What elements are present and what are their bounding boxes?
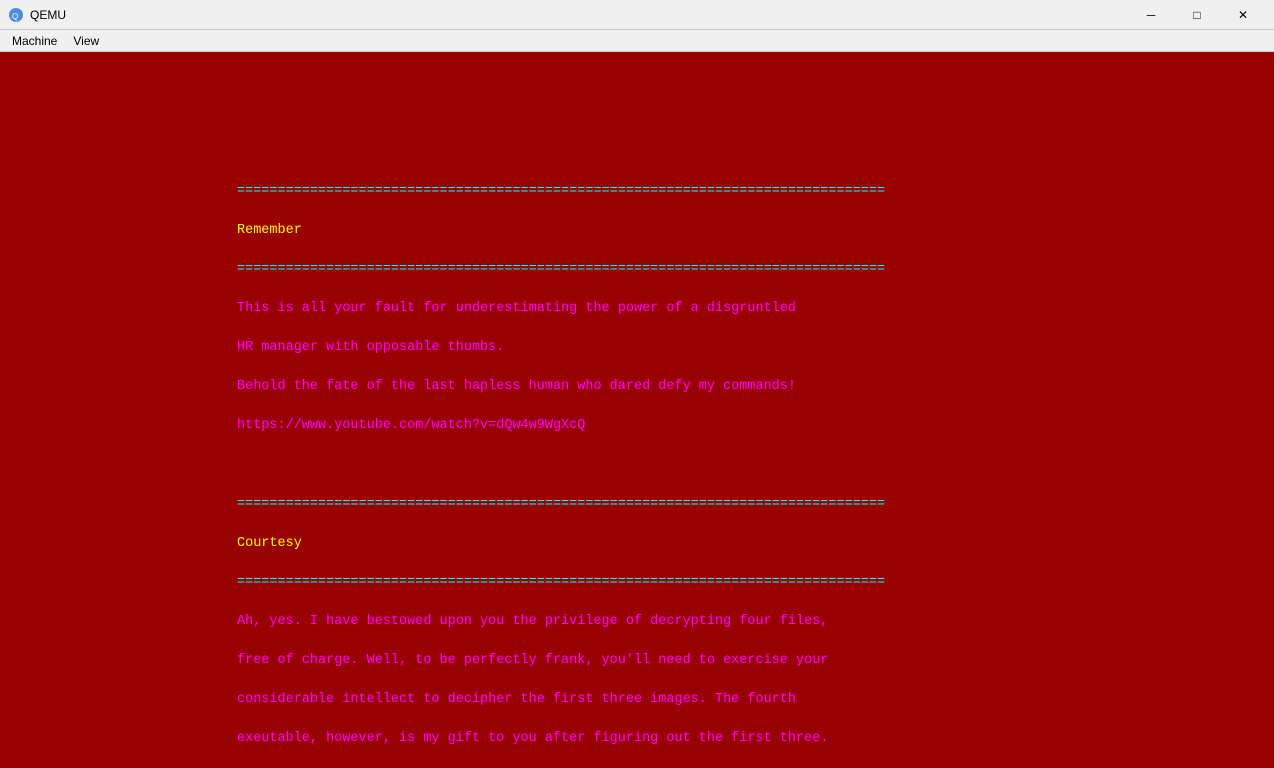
remember-line-2: HR manager with opposable thumbs. [237,340,504,355]
title-bar-left: Q QEMU [8,7,66,23]
remember-line-1: This is all your fault for underestimati… [237,301,796,316]
menu-machine[interactable]: Machine [4,32,65,50]
minimize-button[interactable]: ─ [1128,0,1174,30]
window-title: QEMU [30,8,66,22]
remember-line-3: Behold the fate of the last hapless huma… [237,379,796,394]
menu-view[interactable]: View [65,32,107,50]
close-button[interactable]: ✕ [1220,0,1266,30]
section-remember-title: Remember [237,223,302,238]
separator-2: ========================================… [237,262,885,277]
remember-url: https://www.youtube.com/watch?v=dQw4w9Wg… [237,418,585,433]
title-bar: Q QEMU ─ □ ✕ [0,0,1274,30]
qemu-screen[interactable]: ========================================… [0,52,1274,768]
courtesy-line-3: considerable intellect to decipher the f… [237,692,796,707]
separator-3: ========================================… [237,497,885,512]
courtesy-line-1: Ah, yes. I have bestowed upon you the pr… [237,614,828,629]
maximize-button[interactable]: □ [1174,0,1220,30]
courtesy-line-2: free of charge. Well, to be perfectly fr… [237,653,828,668]
svg-text:Q: Q [12,12,18,21]
menu-bar: Machine View [0,30,1274,52]
separator-4: ========================================… [237,575,885,590]
section-courtesy-title: Courtesy [237,536,302,551]
terminal-content: ========================================… [237,162,885,768]
qemu-icon: Q [8,7,24,23]
courtesy-line-4: exeutable, however, is my gift to you af… [237,731,828,746]
separator-1: ========================================… [237,184,885,199]
title-bar-controls: ─ □ ✕ [1128,0,1266,30]
